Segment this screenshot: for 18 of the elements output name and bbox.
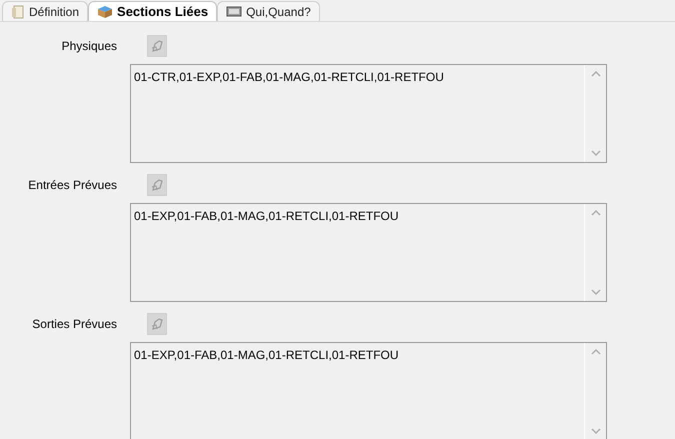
edit-button[interactable] bbox=[147, 174, 167, 196]
edit-button[interactable] bbox=[147, 35, 167, 57]
field-label: Entrées Prévues bbox=[27, 177, 117, 194]
edit-button[interactable] bbox=[147, 313, 167, 335]
document-icon bbox=[11, 4, 25, 18]
monitor-icon bbox=[226, 6, 242, 18]
field-value: 01-EXP,01-FAB,01-MAG,01-RETCLI,01-RETFOU bbox=[133, 208, 400, 225]
field-label: Physiques bbox=[60, 38, 117, 55]
field-value: 01-EXP,01-FAB,01-MAG,01-RETCLI,01-RETFOU bbox=[133, 347, 400, 364]
text-area[interactable]: 01-EXP,01-FAB,01-MAG,01-RETCLI,01-RETFOU bbox=[130, 342, 607, 439]
box-icon bbox=[97, 4, 114, 18]
text-area[interactable]: 01-EXP,01-FAB,01-MAG,01-RETCLI,01-RETFOU bbox=[130, 203, 607, 302]
text-area[interactable]: 01-CTR,01-EXP,01-FAB,01-MAG,01-RETCLI,01-RETFOU bbox=[130, 64, 607, 163]
field-label: Sorties Prévues bbox=[31, 316, 117, 333]
tab[interactable]: Qui,Quand? bbox=[217, 1, 320, 21]
tab[interactable]: Définition bbox=[2, 1, 88, 21]
field-value: 01-CTR,01-EXP,01-FAB,01-MAG,01-RETCLI,01-RETFOU bbox=[133, 69, 445, 86]
tab[interactable]: Sections Liées bbox=[88, 1, 218, 21]
